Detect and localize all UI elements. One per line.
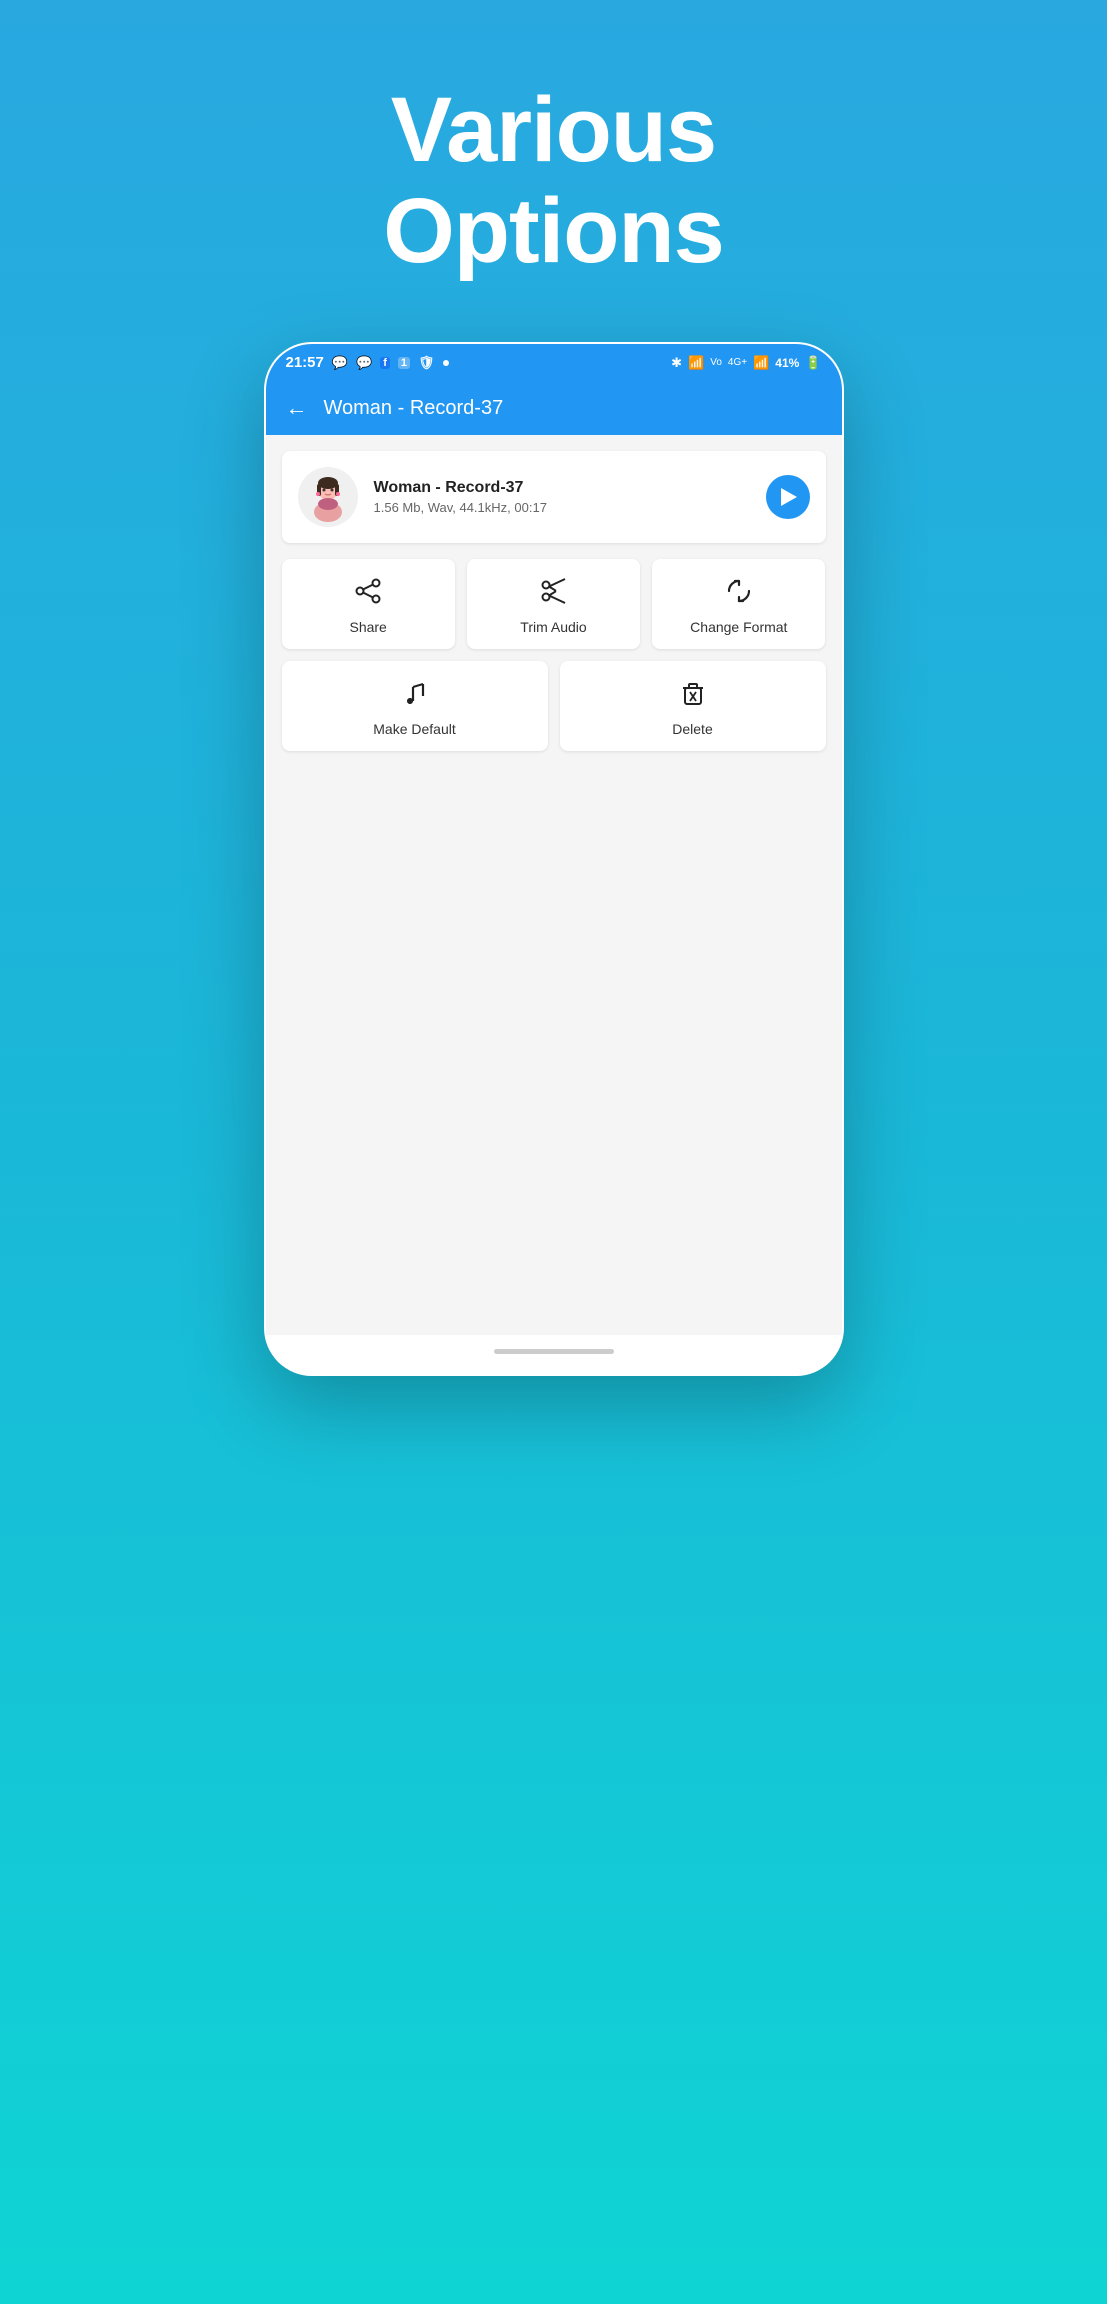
make-default-label: Make Default <box>373 721 455 737</box>
share-button[interactable]: Share <box>282 559 455 649</box>
make-default-icon <box>401 679 429 711</box>
avatar-image <box>303 472 353 522</box>
headline: Various Options <box>383 80 724 282</box>
status-bar: 21:57 💬 💬 f 1 🛡 ✱ 📶 Vo 4G+ 📶 41% 🔋 <box>266 344 842 381</box>
app-bar: ← Woman - Record-37 <box>266 381 842 435</box>
app-bar-title: Woman - Record-37 <box>324 397 504 420</box>
change-format-button[interactable]: Change Format <box>652 559 825 649</box>
battery-label: 41% <box>775 356 799 370</box>
file-name: Woman - Record-37 <box>374 479 750 497</box>
dot-indicator <box>443 360 449 366</box>
phone-wrapper: 21:57 💬 💬 f 1 🛡 ✱ 📶 Vo 4G+ 📶 41% 🔋 ← Wom… <box>264 342 844 1376</box>
messenger2-icon: 💬 <box>356 355 372 371</box>
play-button[interactable] <box>766 475 810 519</box>
file-info: Woman - Record-37 1.56 Mb, Wav, 44.1kHz,… <box>374 479 750 515</box>
make-default-button[interactable]: Make Default <box>282 661 548 751</box>
trim-icon <box>539 577 567 609</box>
delete-label: Delete <box>672 721 712 737</box>
back-button[interactable]: ← <box>286 395 308 421</box>
facebook-icon: f <box>380 357 390 369</box>
home-indicator-area <box>266 1335 842 1374</box>
shield-icon: 🛡 <box>418 355 435 371</box>
content-area: Woman - Record-37 1.56 Mb, Wav, 44.1kHz,… <box>266 435 842 1335</box>
home-bar <box>494 1349 614 1354</box>
headline-line1: Various <box>383 80 724 181</box>
play-icon <box>781 488 797 506</box>
file-meta: 1.56 Mb, Wav, 44.1kHz, 00:17 <box>374 500 750 515</box>
status-right: ✱ 📶 Vo 4G+ 📶 41% 🔋 <box>671 355 821 371</box>
vo-label: Vo <box>710 357 722 368</box>
delete-icon <box>679 679 707 711</box>
share-label: Share <box>349 619 386 635</box>
avatar <box>298 467 358 527</box>
bluetooth-icon: ✱ <box>671 355 682 371</box>
status-time: 21:57 <box>286 354 324 371</box>
signal-icon: 📶 <box>688 355 704 371</box>
battery-icon: 🔋 <box>805 355 821 371</box>
trim-audio-button[interactable]: Trim Audio <box>467 559 640 649</box>
actions-bottom-row: Make Default Delete <box>282 661 826 751</box>
change-format-icon <box>725 577 753 609</box>
file-card: Woman - Record-37 1.56 Mb, Wav, 44.1kHz,… <box>282 451 826 543</box>
4g-label: 4G+ <box>728 357 747 368</box>
trim-audio-label: Trim Audio <box>520 619 586 635</box>
signal2-icon: 📶 <box>753 355 769 371</box>
delete-button[interactable]: Delete <box>560 661 826 751</box>
messenger-icon: 💬 <box>332 355 348 371</box>
actions-top-row: Share Trim Audio <box>282 559 826 649</box>
headline-line2: Options <box>383 181 724 282</box>
change-format-label: Change Format <box>690 619 787 635</box>
badge-1: 1 <box>398 357 410 369</box>
share-icon <box>354 577 382 609</box>
